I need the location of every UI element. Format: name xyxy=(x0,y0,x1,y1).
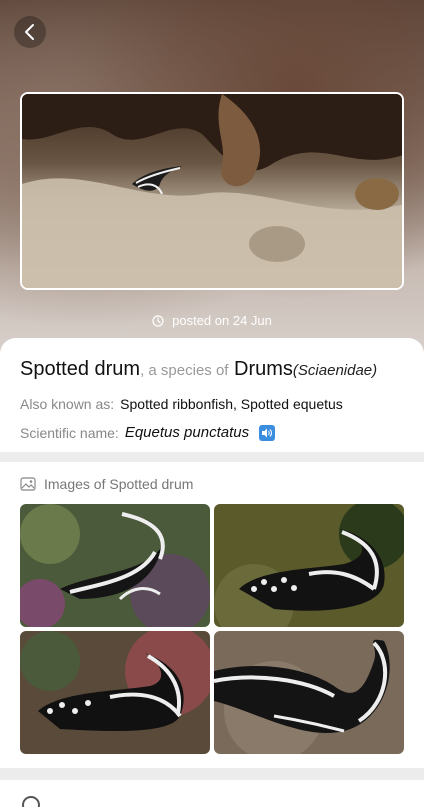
gallery-thumb-3[interactable] xyxy=(20,631,210,754)
back-button[interactable] xyxy=(14,16,46,48)
gallery-title: Images of Spotted drum xyxy=(44,476,194,492)
clock-icon xyxy=(152,314,164,327)
gallery-thumb-2[interactable] xyxy=(214,504,404,627)
image-gallery: Images of Spotted drum xyxy=(0,462,424,768)
scientific-name-row: Scientific name: Equetus punctatus xyxy=(20,424,404,441)
species-info-card: Spotted drum, a species of Drums(Sciaeni… xyxy=(0,338,424,452)
gallery-grid xyxy=(20,504,404,754)
speaker-icon xyxy=(262,428,273,437)
gallery-thumb-1[interactable] xyxy=(20,504,210,627)
main-photo-image xyxy=(22,94,402,288)
posted-date: posted on 24 Jun xyxy=(0,313,424,328)
sci-label: Scientific name: xyxy=(20,424,119,441)
also-known-as-row: Also known as: Spotted ribbonfish, Spott… xyxy=(20,396,404,412)
species-title: Spotted drum, a species of Drums(Sciaeni… xyxy=(20,356,404,384)
section-icon xyxy=(22,796,40,807)
common-name: Spotted drum xyxy=(20,358,141,380)
gallery-header: Images of Spotted drum xyxy=(20,476,404,492)
sci-value: Equetus punctatus xyxy=(124,424,250,441)
pronounce-button[interactable] xyxy=(259,424,276,441)
aka-label: Also known as: xyxy=(20,396,115,412)
chevron-left-icon xyxy=(25,24,34,40)
posted-text: posted on 24 Jun xyxy=(172,313,272,328)
next-section-card xyxy=(0,780,424,807)
family-name[interactable]: Drums xyxy=(234,358,293,380)
image-gallery-icon xyxy=(20,477,36,491)
family-latin: (Sciaenidae) xyxy=(292,362,378,379)
main-photo[interactable] xyxy=(20,92,404,290)
aka-value: Spotted ribbonfish, Spotted equetus xyxy=(120,396,343,412)
species-connector: , a species of xyxy=(140,362,229,379)
gallery-thumb-4[interactable] xyxy=(214,631,404,754)
